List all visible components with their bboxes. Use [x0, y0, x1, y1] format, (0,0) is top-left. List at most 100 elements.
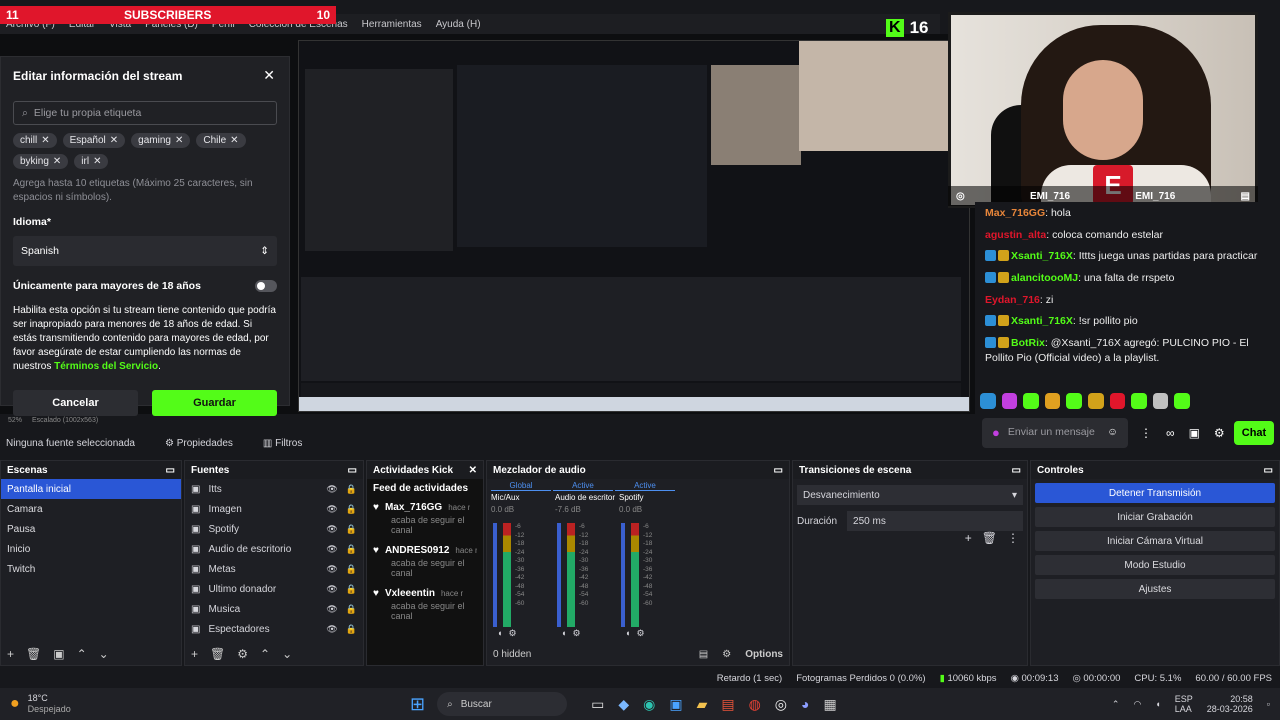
- volume-icon[interactable]: ◖: [1155, 699, 1160, 709]
- terms-link[interactable]: Términos del Servicio: [54, 361, 158, 372]
- chat-send-button[interactable]: Chat: [1234, 421, 1274, 445]
- eye-icon[interactable]: 👁: [326, 504, 337, 515]
- gear-icon[interactable]: ⚙: [508, 628, 516, 639]
- chat-username[interactable]: Max_716GG: [985, 207, 1045, 219]
- remove-tag-icon[interactable]: ✕: [53, 156, 61, 167]
- channel-name[interactable]: Mic/Aux: [491, 493, 551, 502]
- add-icon[interactable]: +: [191, 647, 198, 661]
- layout-icon[interactable]: ▤: [699, 649, 708, 660]
- mixer-tab[interactable]: Active: [553, 481, 613, 491]
- gear-icon[interactable]: ⚙: [572, 628, 580, 639]
- control-button[interactable]: Iniciar Cámara Virtual: [1035, 531, 1275, 551]
- trash-icon[interactable]: 🗑: [210, 647, 225, 661]
- mixer-tab[interactable]: Global: [491, 481, 551, 491]
- source-item[interactable]: ▣ Audio de escritorio 👁 🔒: [185, 539, 363, 559]
- notification-icon[interactable]: ▫: [1267, 699, 1270, 709]
- emote-icon[interactable]: [1152, 393, 1169, 409]
- zoom-level[interactable]: 52%: [8, 417, 22, 424]
- scene-item[interactable]: Inicio: [1, 539, 181, 559]
- more-icon[interactable]: ⋮: [1007, 531, 1019, 545]
- remove-tag-icon[interactable]: ✕: [93, 156, 101, 167]
- tray-chevron-icon[interactable]: ⌃: [1112, 699, 1120, 710]
- scene-item[interactable]: Pantalla inicial: [1, 479, 181, 499]
- add-icon[interactable]: +: [7, 647, 14, 661]
- remove-tag-icon[interactable]: ✕: [41, 135, 49, 146]
- wifi-icon[interactable]: ◠: [1133, 699, 1141, 710]
- volume-fader[interactable]: [557, 523, 561, 627]
- gear-icon[interactable]: ⚙: [722, 649, 731, 660]
- gear-icon[interactable]: ⚙: [1214, 426, 1225, 440]
- loop-icon[interactable]: ∞: [1166, 426, 1175, 440]
- emote-icon[interactable]: [1087, 393, 1104, 409]
- language-indicator[interactable]: ESP LAA: [1175, 694, 1193, 715]
- emote-icon[interactable]: [1044, 393, 1061, 409]
- emote-icon[interactable]: [1023, 393, 1039, 409]
- emote-icon[interactable]: [1066, 393, 1082, 409]
- emote-icon[interactable]: [1131, 393, 1147, 409]
- chat-username[interactable]: BotRix: [1011, 337, 1045, 349]
- source-item[interactable]: ▣ Espectadores 👁 🔒: [185, 619, 363, 639]
- tag-search-input[interactable]: ⌕ Elige tu propia etiqueta: [13, 101, 277, 125]
- taskbar-search[interactable]: ⌕ Buscar: [437, 692, 568, 716]
- up-icon[interactable]: ⌃: [77, 647, 87, 661]
- emoji-icon[interactable]: ☺: [1107, 427, 1118, 439]
- windows-start-icon[interactable]: ⊞: [410, 694, 425, 715]
- eye-icon[interactable]: 👁: [326, 484, 337, 495]
- trash-icon[interactable]: 🗑: [982, 531, 997, 545]
- filter-icon[interactable]: ▣: [53, 647, 64, 661]
- volume-fader[interactable]: [493, 523, 497, 627]
- lock-icon[interactable]: 🔒: [346, 524, 357, 535]
- lock-icon[interactable]: 🔒: [346, 624, 357, 635]
- down-icon[interactable]: ⌄: [99, 647, 109, 661]
- eye-icon[interactable]: 👁: [326, 604, 337, 615]
- add-icon[interactable]: +: [965, 531, 972, 545]
- lock-icon[interactable]: 🔒: [346, 484, 357, 495]
- source-item[interactable]: ▣ Metas 👁 🔒: [185, 559, 363, 579]
- scene-item[interactable]: Camara: [1, 499, 181, 519]
- source-item[interactable]: ▣ Imagen 👁 🔒: [185, 499, 363, 519]
- source-item[interactable]: ▣ Spotify 👁 🔒: [185, 519, 363, 539]
- eye-icon[interactable]: 👁: [326, 564, 337, 575]
- chat-input[interactable]: ● Enviar un mensaje ☺: [982, 418, 1128, 448]
- up-icon[interactable]: ⌃: [260, 647, 270, 661]
- language-select[interactable]: Spanish ⇕: [13, 236, 277, 266]
- emote-icon[interactable]: [1109, 393, 1126, 409]
- lock-icon[interactable]: 🔒: [346, 544, 357, 555]
- properties-button[interactable]: ⚙ Propiedades: [165, 438, 233, 449]
- office-icon[interactable]: ▤: [721, 696, 734, 713]
- gift-icon[interactable]: ▣: [1189, 426, 1200, 440]
- remove-tag-icon[interactable]: ✕: [175, 135, 183, 146]
- scene-item[interactable]: Pausa: [1, 519, 181, 539]
- source-item[interactable]: ▣ Itts 👁 🔒: [185, 479, 363, 499]
- obs-icon[interactable]: ◎: [775, 696, 787, 713]
- control-button[interactable]: Detener Transmisión: [1035, 483, 1275, 503]
- close-icon[interactable]: ✕: [263, 67, 275, 84]
- adult-toggle[interactable]: [255, 280, 277, 292]
- app-icon[interactable]: ▦: [823, 696, 836, 713]
- remove-tag-icon[interactable]: ✕: [110, 135, 118, 146]
- filters-button[interactable]: ▥ Filtros: [263, 438, 302, 449]
- emote-icon[interactable]: [1174, 393, 1190, 409]
- source-item[interactable]: ▣ Ultimo donador 👁 🔒: [185, 579, 363, 599]
- eye-icon[interactable]: 👁: [326, 584, 337, 595]
- clock[interactable]: 20:58 28-03-2026: [1207, 694, 1253, 715]
- dock-menu-icon[interactable]: ▭: [348, 465, 357, 476]
- eye-icon[interactable]: 👁: [326, 624, 337, 635]
- speaker-icon[interactable]: ◖: [497, 628, 502, 639]
- control-button[interactable]: Iniciar Grabación: [1035, 507, 1275, 527]
- folder-icon[interactable]: ▰: [697, 696, 708, 713]
- duration-input[interactable]: 250 ms: [847, 511, 1023, 531]
- users-icon[interactable]: ⋮: [1140, 426, 1152, 440]
- menu-item[interactable]: Ayuda (H): [436, 19, 481, 30]
- options-button[interactable]: Options: [745, 649, 783, 660]
- lock-icon[interactable]: 🔒: [346, 584, 357, 595]
- gear-icon[interactable]: ⚙: [636, 628, 644, 639]
- chat-username[interactable]: Eydan_716: [985, 294, 1040, 306]
- channel-name[interactable]: Audio de escritor: [555, 493, 615, 502]
- remove-tag-icon[interactable]: ✕: [230, 135, 238, 146]
- copilot-icon[interactable]: ◆: [618, 696, 629, 713]
- eye-icon[interactable]: 👁: [326, 544, 337, 555]
- dock-menu-icon[interactable]: ▭: [774, 465, 783, 476]
- lock-icon[interactable]: 🔒: [346, 604, 357, 615]
- taskview-icon[interactable]: ▭: [591, 696, 604, 713]
